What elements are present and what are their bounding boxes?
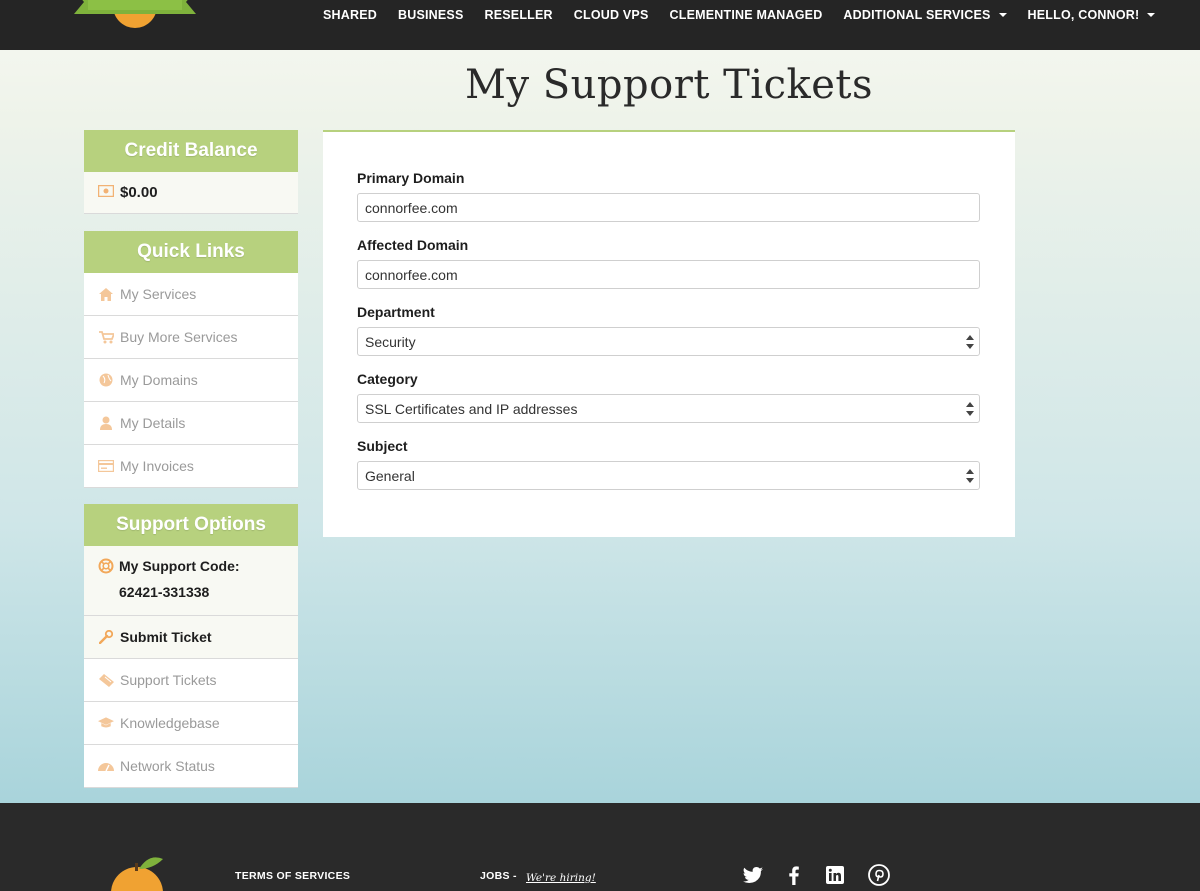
graduation-cap-icon [98, 715, 114, 731]
support-code-label: My Support Code: [119, 558, 240, 574]
nav-shared[interactable]: SHARED [323, 8, 377, 22]
support-link-label: Support Tickets [120, 672, 217, 688]
top-navigation-bar: SHARED BUSINESS RESELLER CLOUD VPS CLEME… [0, 0, 1200, 50]
footer-logo[interactable] [105, 853, 165, 891]
dashboard-icon [98, 758, 114, 774]
wrench-icon [98, 629, 114, 645]
credit-balance-amount: $0.00 [120, 184, 158, 201]
quick-link-my-services[interactable]: My Services [84, 273, 298, 316]
support-options-panel: Support Options My Support Code: 62421-3… [84, 504, 298, 788]
quick-links-list: My Services Buy More Services My Domains… [84, 273, 298, 488]
main-nav: SHARED BUSINESS RESELLER CLOUD VPS CLEME… [323, 0, 1176, 30]
ticket-icon [98, 672, 114, 688]
quick-link-label: My Services [120, 286, 197, 302]
shopping-cart-icon [98, 329, 114, 345]
category-selected-value: SSL Certificates and IP addresses [365, 400, 578, 417]
nav-business[interactable]: BUSINESS [398, 8, 464, 22]
select-arrows-icon [966, 402, 974, 416]
nav-cloud-vps[interactable]: CLOUD VPS [574, 8, 649, 22]
caret-down-icon [998, 13, 1007, 17]
credit-balance-panel: Credit Balance $0.00 [84, 130, 298, 214]
nav-additional-services-label: ADDITIONAL SERVICES [843, 8, 991, 22]
home-icon [98, 286, 114, 302]
quick-link-my-domains[interactable]: My Domains [84, 359, 298, 402]
department-selected-value: Security [365, 333, 416, 350]
affected-domain-label: Affected Domain [357, 237, 469, 253]
quick-link-label: My Domains [120, 372, 198, 388]
support-link-label: Submit Ticket [120, 629, 212, 645]
category-label: Category [357, 371, 418, 387]
subject-selected-value: General [365, 467, 415, 484]
support-link-label: Knowledgebase [120, 715, 220, 731]
support-link-submit-ticket[interactable]: Submit Ticket [84, 616, 298, 659]
nav-additional-services[interactable]: ADDITIONAL SERVICES [843, 8, 1007, 22]
primary-domain-value: connorfee.com [365, 199, 458, 216]
department-select[interactable]: Security [357, 327, 980, 356]
invoice-icon [98, 458, 114, 474]
support-code-row: My Support Code: 62421-331338 [84, 546, 298, 616]
facebook-icon[interactable] [783, 864, 805, 886]
quick-links-heading: Quick Links [84, 231, 298, 273]
quick-link-my-details[interactable]: My Details [84, 402, 298, 445]
footer-terms-link[interactable]: TERMS OF SERVICES [235, 870, 350, 882]
credit-balance-row: $0.00 [84, 172, 298, 214]
nav-clementine-managed[interactable]: CLEMENTINE MANAGED [670, 8, 823, 22]
ticket-form-card: Primary Domain connorfee.com Affected Do… [323, 130, 1015, 537]
subject-label: Subject [357, 438, 408, 454]
credit-balance-heading: Credit Balance [84, 130, 298, 172]
support-options-list: Submit Ticket Support Tickets Knowledgeb… [84, 616, 298, 788]
twitter-icon[interactable] [742, 864, 764, 886]
category-select[interactable]: SSL Certificates and IP addresses [357, 394, 980, 423]
pinterest-icon[interactable] [868, 864, 890, 886]
linkedin-icon[interactable] [824, 864, 846, 886]
select-arrows-icon [966, 335, 974, 349]
footer-hiring-link[interactable]: We're hiring! [526, 872, 596, 884]
user-icon [98, 415, 114, 431]
caret-down-icon [1147, 13, 1156, 17]
primary-domain-label: Primary Domain [357, 170, 465, 186]
subject-select[interactable]: General [357, 461, 980, 490]
quick-links-panel: Quick Links My Services Buy More Service… [84, 231, 298, 488]
page-title: My Support Tickets [464, 62, 874, 108]
footer-jobs-label: JOBS - [480, 870, 517, 882]
brand-logo[interactable] [70, 0, 200, 32]
nav-user-menu[interactable]: HELLO, CONNOR! [1028, 8, 1156, 22]
globe-icon [98, 372, 114, 388]
quick-link-buy-more-services[interactable]: Buy More Services [84, 316, 298, 359]
support-link-knowledgebase[interactable]: Knowledgebase [84, 702, 298, 745]
quick-link-label: My Invoices [120, 458, 194, 474]
quick-link-label: My Details [120, 415, 186, 431]
nav-reseller[interactable]: RESELLER [485, 8, 553, 22]
select-arrows-icon [966, 469, 974, 483]
support-link-network-status[interactable]: Network Status [84, 745, 298, 788]
department-label: Department [357, 304, 435, 320]
support-link-label: Network Status [120, 758, 215, 774]
primary-domain-input[interactable]: connorfee.com [357, 193, 980, 222]
support-link-support-tickets[interactable]: Support Tickets [84, 659, 298, 702]
support-options-heading: Support Options [84, 504, 298, 546]
affected-domain-input[interactable]: connorfee.com [357, 260, 980, 289]
nav-user-label: HELLO, CONNOR! [1027, 8, 1140, 22]
affected-domain-value: connorfee.com [365, 266, 458, 283]
money-icon [97, 184, 116, 201]
site-footer: TERMS OF SERVICES JOBS - We're hiring! [0, 803, 1200, 891]
lifebuoy-icon [98, 558, 114, 574]
support-code-value: 62421-331338 [119, 584, 210, 600]
quick-link-my-invoices[interactable]: My Invoices [84, 445, 298, 488]
quick-link-label: Buy More Services [120, 329, 238, 345]
